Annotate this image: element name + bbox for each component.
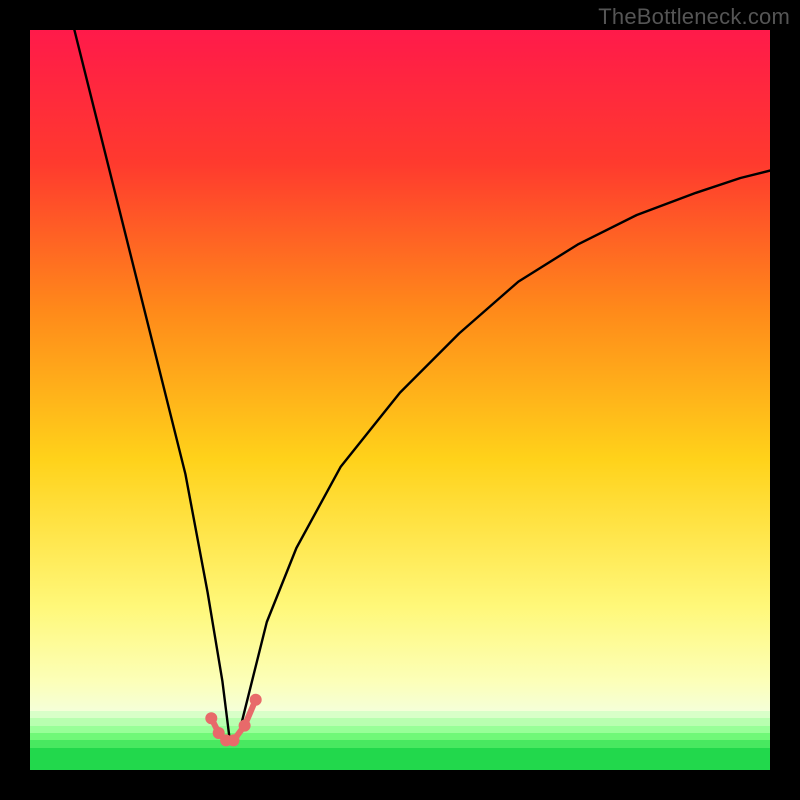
trough-marker — [228, 734, 240, 746]
bottleneck-curve — [74, 30, 770, 740]
plot-area — [30, 30, 770, 770]
trough-marker — [250, 694, 262, 706]
outer-frame: TheBottleneck.com — [0, 0, 800, 800]
trough-marker — [205, 712, 217, 724]
curve-layer — [30, 30, 770, 770]
trough-marker — [239, 720, 251, 732]
watermark-text: TheBottleneck.com — [598, 4, 790, 30]
